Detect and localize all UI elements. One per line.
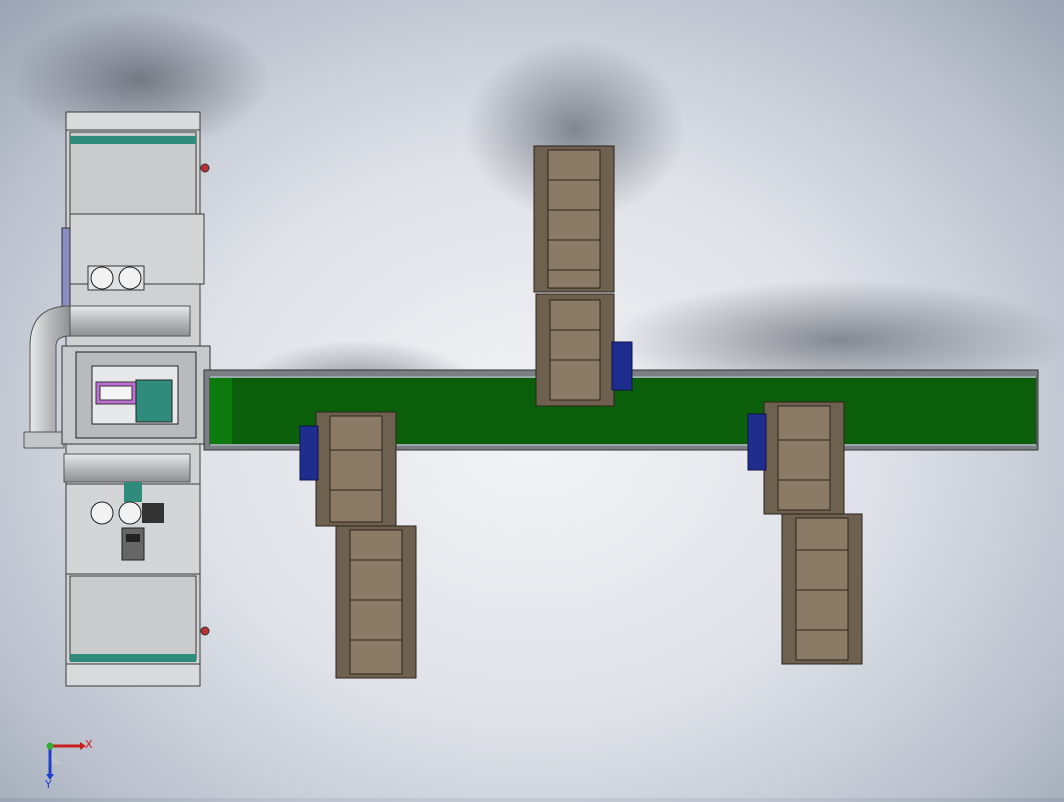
motor-right	[747, 413, 767, 471]
incline-conveyor-left[interactable]	[299, 411, 417, 679]
cad-viewport[interactable]	[0, 0, 1064, 798]
teal-strip-top	[70, 136, 196, 144]
x-axis-label: X	[85, 738, 93, 751]
motor-left	[299, 425, 319, 481]
center-cabinet	[61, 345, 211, 445]
main-machine[interactable]	[23, 111, 211, 687]
coordinate-triad: X Y	[38, 728, 98, 791]
y-axis-label: Y	[44, 778, 52, 788]
fan-unit-top	[87, 265, 145, 291]
teal-strip-bottom	[70, 654, 196, 662]
motor-top	[611, 341, 633, 391]
origin-dot	[46, 742, 54, 750]
